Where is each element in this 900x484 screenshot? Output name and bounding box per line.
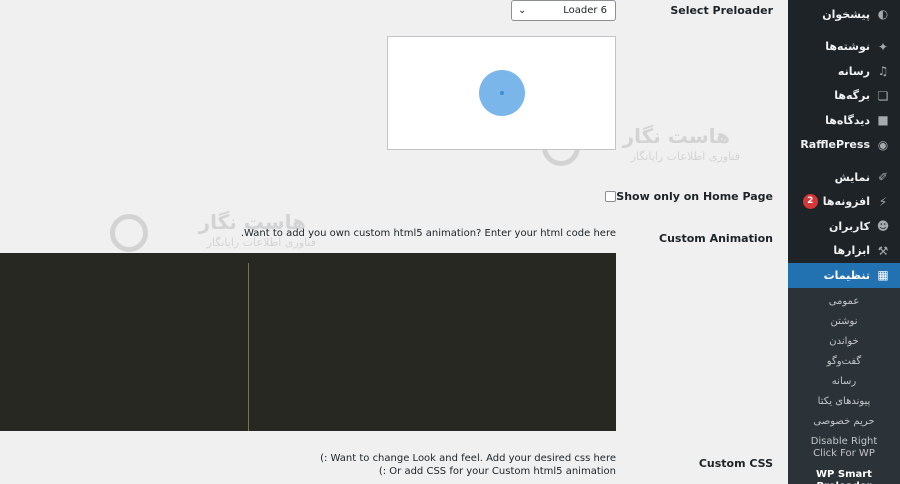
sidebar-item-users[interactable]: ☻ کاربران [788,214,900,239]
sidebar-item-rafflepress[interactable]: ◉ RafflePress [788,133,900,158]
editor-gutter-line [248,263,249,431]
select-preloader-label: Select Preloader [670,4,773,17]
preloader-select[interactable]: ⌄ Loader 6 [511,0,616,21]
sidebar-item-pages[interactable]: ❏ برگه‌ها [788,84,900,109]
preloader-select-value: Loader 6 [563,5,607,16]
pages-icon: ❏ [877,88,889,103]
custom-css-description-2: Or add CSS for your Custom html5 animati… [378,466,616,477]
submenu-item-discussion[interactable]: گفت‌وگو [788,352,900,372]
submenu-item-reading[interactable]: خواندن [788,332,900,352]
home-page-checkbox[interactable] [605,191,616,202]
plugins-icon: ⚡ [878,194,888,209]
sidebar-item-media[interactable]: ♫ رسانه [788,59,900,84]
sidebar-item-dashboard[interactable]: ◐ پیشخوان [788,2,900,27]
submenu-item-media[interactable]: رسانه [788,372,900,392]
sidebar-item-plugins[interactable]: ⚡ افزونه‌ها 2 [788,190,900,215]
custom-animation-label: Custom Animation [659,232,773,245]
media-icon: ♫ [877,64,889,79]
sidebar-item-settings[interactable]: ▦ تنظیمات [780,263,900,288]
settings-submenu: عمومی نوشتن خواندن گفت‌وگو رسانه پیوندها… [788,287,900,484]
comments-icon: ■ [877,113,889,128]
custom-css-description-1: Want to change Look and feel. Add your d… [320,453,616,464]
watermark-logo-icon [110,214,148,252]
submenu-item-permalinks[interactable]: پیوندهای یکتا [788,392,900,412]
appearance-icon: ✐ [877,170,889,185]
tools-icon: ⚒ [877,243,889,258]
submenu-item-wp-smart-preloader[interactable]: WP Smart Preloader [788,465,900,484]
submenu-item-disable-right-click[interactable]: Disable Right Click For WP [788,432,900,465]
sidebar-item-tools[interactable]: ⚒ ابزارها [788,239,900,264]
admin-sidebar: ◐ پیشخوان ✦ نوشته‌ها ♫ رسانه ❏ برگه‌ها ■… [780,0,900,484]
custom-css-label: Custom CSS [698,457,773,470]
sidebar-item-comments[interactable]: ■ دیدگاه‌ها [788,108,900,133]
chevron-down-icon[interactable]: ⌄ [518,5,526,16]
sidebar-item-posts[interactable]: ✦ نوشته‌ها [788,35,900,60]
custom-animation-code-editor[interactable] [0,253,616,431]
settings-icon: ▦ [877,268,889,283]
submenu-item-privacy[interactable]: حریم خصوصی [788,412,900,432]
pin-icon: ✦ [877,39,889,54]
sidebar-item-appearance[interactable]: ✐ نمایش [788,165,900,190]
preloader-preview [387,36,616,150]
submenu-item-writing[interactable]: نوشتن [788,312,900,332]
submenu-item-general[interactable]: عمومی [788,292,900,312]
home-page-label: Show only on Home Page [616,190,773,203]
rafflepress-icon: ◉ [877,137,889,152]
custom-animation-description: Want to add you own custom html5 animati… [240,228,616,239]
preloader-center-dot [500,91,504,95]
dashboard-icon: ◐ [877,7,889,22]
users-icon: ☻ [876,219,890,234]
plugins-update-badge: 2 [802,194,818,210]
